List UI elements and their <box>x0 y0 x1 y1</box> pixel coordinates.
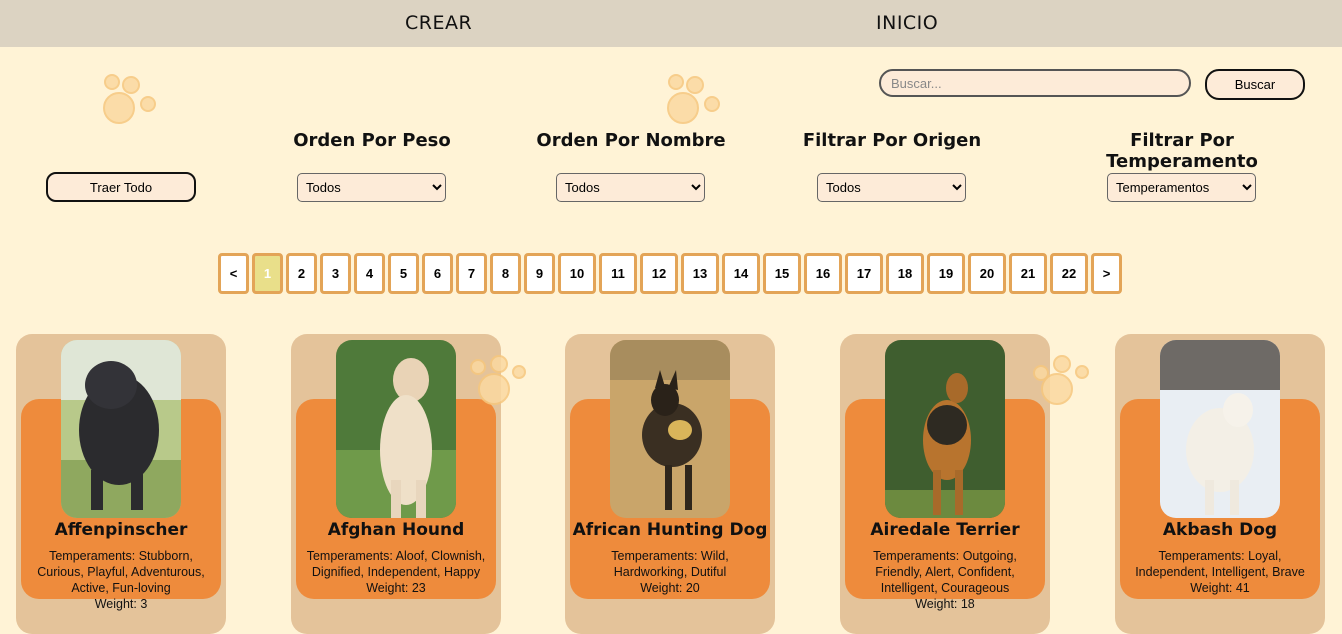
page-button-8[interactable]: 8 <box>490 253 521 294</box>
filtrar-origen-select[interactable]: Todos <box>817 173 966 202</box>
filtrar-origen-title: Filtrar Por Origen <box>802 130 982 151</box>
page-button-20[interactable]: 20 <box>968 253 1006 294</box>
dog-card[interactable]: Airedale Terrier Temperaments: Outgoing,… <box>840 334 1050 634</box>
page-button-14[interactable]: 14 <box>722 253 760 294</box>
search-button[interactable]: Buscar <box>1205 69 1305 100</box>
page-button-7[interactable]: 7 <box>456 253 487 294</box>
page-button-4[interactable]: 4 <box>354 253 385 294</box>
dog-name: Afghan Hound <box>327 520 465 540</box>
page-button-6[interactable]: 6 <box>422 253 453 294</box>
top-nav-bar: CREAR INICIO <box>0 0 1342 47</box>
next-page-button[interactable]: > <box>1091 253 1122 294</box>
dog-name: Airedale Terrier <box>870 520 1020 540</box>
nav-crear-link[interactable]: CREAR <box>405 12 472 34</box>
dog-temperaments: Temperaments: Loyal, Independent, Intell… <box>1130 548 1310 596</box>
dog-photo <box>336 340 456 518</box>
dog-weight: Weight: 3 <box>94 597 148 611</box>
dog-name: Affenpinscher <box>54 520 188 540</box>
search-input[interactable] <box>879 69 1191 97</box>
page-button-1[interactable]: 1 <box>252 253 283 294</box>
page-button-17[interactable]: 17 <box>845 253 883 294</box>
dog-weight: Weight: 41 <box>1190 581 1250 595</box>
dog-weight: Weight: 20 <box>640 581 700 595</box>
page-button-13[interactable]: 13 <box>681 253 719 294</box>
dog-name: Akbash Dog <box>1162 520 1278 540</box>
page-button-12[interactable]: 12 <box>640 253 678 294</box>
orden-nombre-select[interactable]: Todos <box>556 173 705 202</box>
dog-card[interactable]: African Hunting Dog Temperaments: Wild, … <box>565 334 775 634</box>
page-button-21[interactable]: 21 <box>1009 253 1047 294</box>
page-button-19[interactable]: 19 <box>927 253 965 294</box>
dog-photo <box>610 340 730 518</box>
page-button-3[interactable]: 3 <box>320 253 351 294</box>
filtrar-temperamento-title: Filtrar Por Temperamento <box>1106 130 1258 172</box>
prev-page-button[interactable]: < <box>218 253 249 294</box>
dog-card[interactable]: Affenpinscher Temperaments: Stubborn, Cu… <box>16 334 226 634</box>
orden-peso-select[interactable]: Todos <box>297 173 446 202</box>
dog-weight: Weight: 18 <box>915 597 975 611</box>
pagination: <1 2 3 4 5 6 7 8 9 10 11 12 13 14 15 16 17 18 19 20 21 22 > <box>218 253 1122 294</box>
page-button-5[interactable]: 5 <box>388 253 419 294</box>
page-button-22[interactable]: 22 <box>1050 253 1088 294</box>
page-button-10[interactable]: 10 <box>558 253 596 294</box>
orden-peso-title: Orden Por Peso <box>293 130 451 151</box>
dog-temperaments: Temperaments: Outgoing, Friendly, Alert,… <box>855 548 1035 612</box>
dog-name: African Hunting Dog <box>572 520 768 540</box>
page-button-18[interactable]: 18 <box>886 253 924 294</box>
dog-photo <box>1160 340 1280 518</box>
page-button-15[interactable]: 15 <box>763 253 801 294</box>
dog-photo <box>885 340 1005 518</box>
dog-photo <box>61 340 181 518</box>
dog-temperaments: Temperaments: Aloof, Clownish, Dignified… <box>306 549 486 595</box>
orden-nombre-title: Orden Por Nombre <box>536 130 726 151</box>
page-button-11[interactable]: 11 <box>599 253 637 294</box>
page-button-2[interactable]: 2 <box>286 253 317 294</box>
dog-temperaments: Temperaments: Stubborn, Curious, Playful… <box>31 548 211 612</box>
dog-weight: Weight: 23 <box>366 581 426 595</box>
dog-card[interactable]: Afghan Hound Temperaments: Aloof, Clowni… <box>291 334 501 634</box>
dog-card[interactable]: Akbash Dog Temperaments: Loyal, Independ… <box>1115 334 1325 634</box>
filtrar-temperamento-select[interactable]: Temperamentos <box>1107 173 1256 202</box>
dog-temperaments: Temperaments: Wild, Hardworking, Dutiful… <box>580 548 760 596</box>
nav-inicio-link[interactable]: INICIO <box>876 12 938 34</box>
page-button-16[interactable]: 16 <box>804 253 842 294</box>
page-button-9[interactable]: 9 <box>524 253 555 294</box>
traer-todo-button[interactable]: Traer Todo <box>46 172 196 202</box>
